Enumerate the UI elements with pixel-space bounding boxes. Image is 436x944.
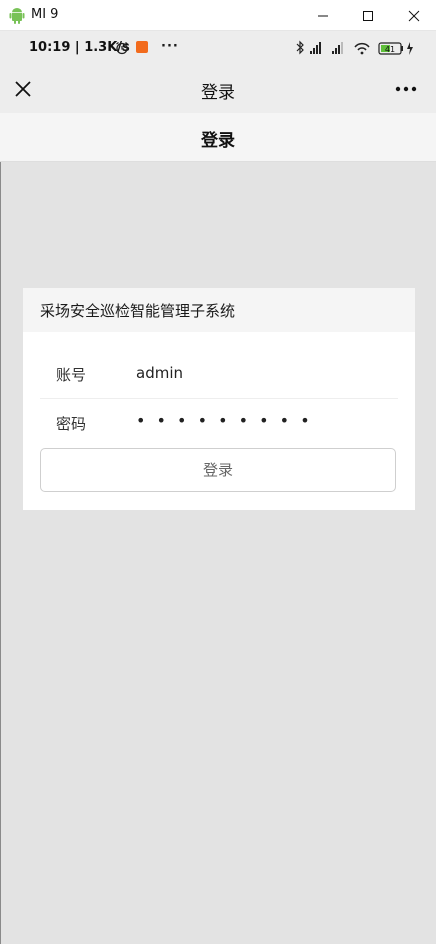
bluetooth-icon (296, 40, 304, 55)
svg-text:41: 41 (385, 45, 395, 54)
login-card: 采场安全巡检智能管理子系统 账号 admin 密码 • • • • • • • … (23, 288, 415, 510)
phone-frame-edge (0, 31, 1, 944)
system-name: 采场安全巡检智能管理子系统 (40, 302, 236, 320)
account-input[interactable]: admin (136, 364, 183, 382)
more-notifications-icon: ··· (161, 39, 179, 54)
password-input[interactable]: • • • • • • • • • (136, 411, 313, 430)
status-icons: 41 (296, 40, 413, 55)
password-field[interactable]: 密码 • • • • • • • • • (40, 400, 398, 448)
minimize-button[interactable] (300, 0, 345, 31)
password-label: 密码 (56, 415, 87, 433)
app-notification-icon (136, 41, 148, 53)
nav-bar: 登录 (0, 65, 436, 113)
card-header: 采场安全巡检智能管理子系统 (23, 288, 415, 332)
status-bar: 10:19 | 1.3K/s ··· 41 (0, 31, 436, 65)
window-close-button[interactable] (391, 0, 436, 31)
charging-icon (407, 42, 413, 55)
page-header: 登录 (0, 113, 436, 162)
android-icon (9, 8, 25, 24)
account-label: 账号 (56, 366, 87, 384)
minimize-icon (317, 15, 328, 16)
signal-icon (310, 42, 321, 54)
window-titlebar: MI 9 (0, 0, 436, 31)
account-field[interactable]: 账号 admin (40, 351, 398, 399)
login-button[interactable]: 登录 (40, 448, 396, 492)
nav-title: 登录 (201, 83, 235, 103)
signal-2-icon (332, 42, 343, 54)
maximize-button[interactable] (345, 0, 390, 31)
window-title: MI 9 (31, 7, 59, 22)
field-divider (40, 398, 398, 399)
window-close-icon (408, 10, 419, 21)
battery-icon: 41 (378, 42, 403, 55)
more-menu-icon[interactable] (394, 81, 418, 97)
wifi-icon (354, 42, 370, 55)
maximize-icon (362, 10, 373, 21)
alarm-icon (116, 42, 128, 55)
page-title: 登录 (201, 131, 235, 151)
